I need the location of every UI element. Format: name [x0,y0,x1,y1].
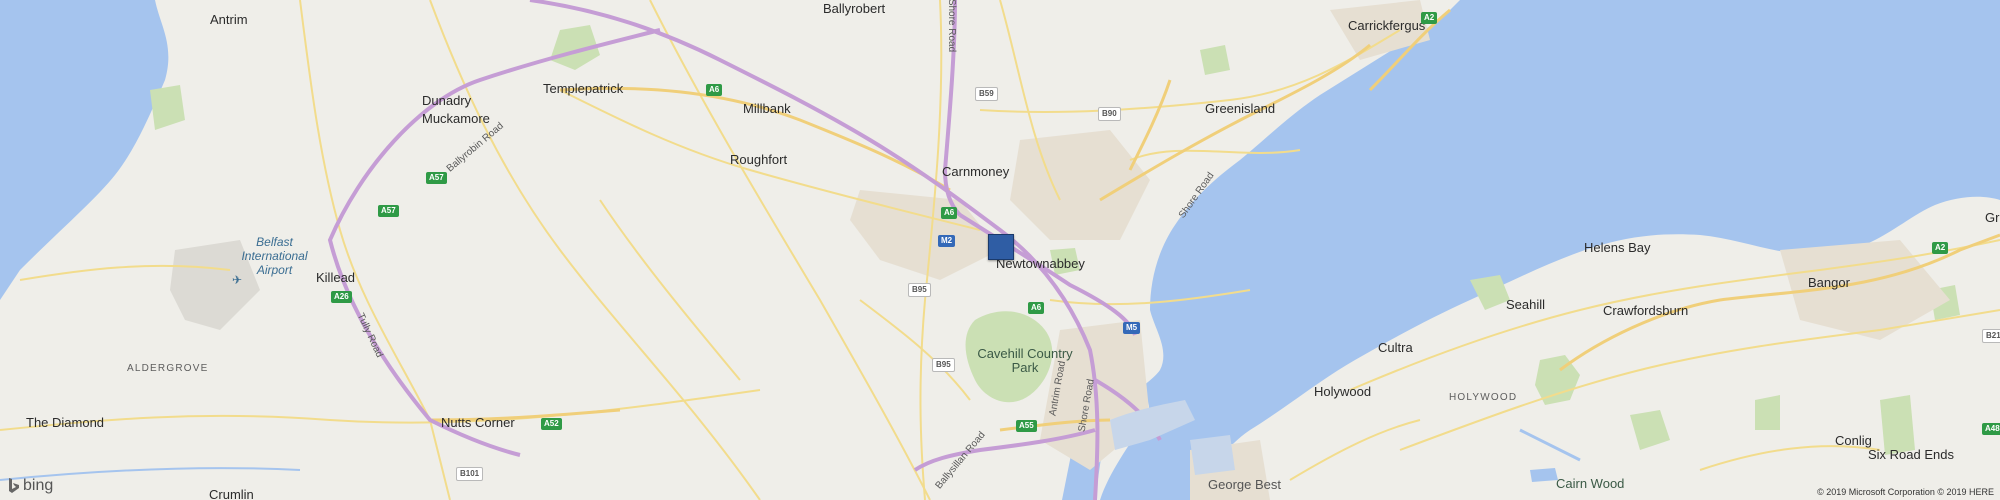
place-label-greenisland: Greenisland [1205,101,1276,116]
place-label-carnmoney: Carnmoney [942,164,1010,179]
road-shield-b101: B101 [456,467,484,481]
place-label-helens-bay: Helens Bay [1584,240,1651,255]
road-label-shore-road-top: Shore Road [946,0,958,53]
park-area [150,85,185,130]
road-shield-a57: A57 [378,205,399,217]
place-label-carrickfergus: Carrickfergus [1348,18,1426,33]
place-label-bangor: Bangor [1808,275,1850,290]
airport-label: Belfast International Airport [241,235,308,277]
park-area [1535,355,1580,405]
road-shield-a6: A6 [941,207,958,219]
copyright-text: © 2019 Microsoft Corporation © 2019 HERE [1817,487,1994,497]
road-shield-a6: A6 [1028,302,1045,314]
lough-neagh-water [0,0,169,300]
place-label-antrim: Antrim [210,12,248,27]
road-shield-b59: B59 [975,87,998,101]
place-label-seahill: Seahill [1506,297,1546,312]
road-shield-a2: A2 [1932,242,1949,254]
map-canvas[interactable]: Antrim Ballyrobert Carrickfergus Dunadry… [0,0,2000,500]
place-label-templepatrick: Templepatrick [543,81,624,96]
place-label-gro: Gro [1985,210,2000,225]
park-area [1755,395,1780,430]
place-label-millbank: Millbank [743,101,791,116]
road-shield-a26: A26 [331,291,352,303]
road-shield-a52: A52 [541,418,562,430]
place-label-crumlin: Crumlin [209,487,254,500]
place-label-six-road-ends: Six Road Ends [1868,447,1954,462]
park-area [1630,410,1670,450]
road-shield-a2: A2 [1421,12,1438,24]
bing-logo-text: bing [23,477,54,494]
place-label-conlig: Conlig [1835,433,1872,448]
place-label-muckamore: Muckamore [422,111,490,126]
bing-logo-icon [9,478,19,493]
road-shield-m5: M5 [1123,322,1141,334]
airplane-icon: ✈ [232,273,243,287]
road-shield-b95: B95 [908,283,931,297]
place-label-holywood: Holywood [1314,384,1372,399]
place-label-the-diamond: The Diamond [26,415,105,430]
docks-area [1190,435,1235,475]
urban-area [1010,130,1150,240]
place-label-ballyrobert: Ballyrobert [823,1,886,16]
district-label-holywood: HOLYWOOD [1449,392,1518,403]
park-area [1880,395,1915,455]
place-label-roughfort: Roughfort [730,152,788,167]
place-label-crawfordsburn: Crawfordsburn [1603,303,1689,318]
district-label-aldergrove: ALDERGROVE [127,363,209,374]
park-area [1200,45,1230,75]
place-label-nutts-corner: Nutts Corner [441,415,515,430]
poi-label-george-best: George Best [1208,477,1281,492]
road-shield-a48: A48 [1982,423,2000,435]
road-shield-b90: B90 [1098,107,1121,121]
place-label-cultra: Cultra [1378,340,1413,355]
road-shield-a55: A55 [1016,420,1037,432]
location-marker[interactable] [988,234,1014,260]
bing-logo[interactable]: bing [8,477,53,495]
road-shield-m2: M2 [938,235,956,247]
road-shield-b95: B95 [932,358,955,372]
road-shield-b21: B21 [1982,329,2000,343]
road-shield-a57: A57 [426,172,447,184]
road-shield-a6: A6 [706,84,723,96]
place-label-dunadry: Dunadry [422,93,472,108]
place-label-killead: Killead [316,270,356,285]
poi-label-cairn-wood: Cairn Wood [1556,476,1625,491]
